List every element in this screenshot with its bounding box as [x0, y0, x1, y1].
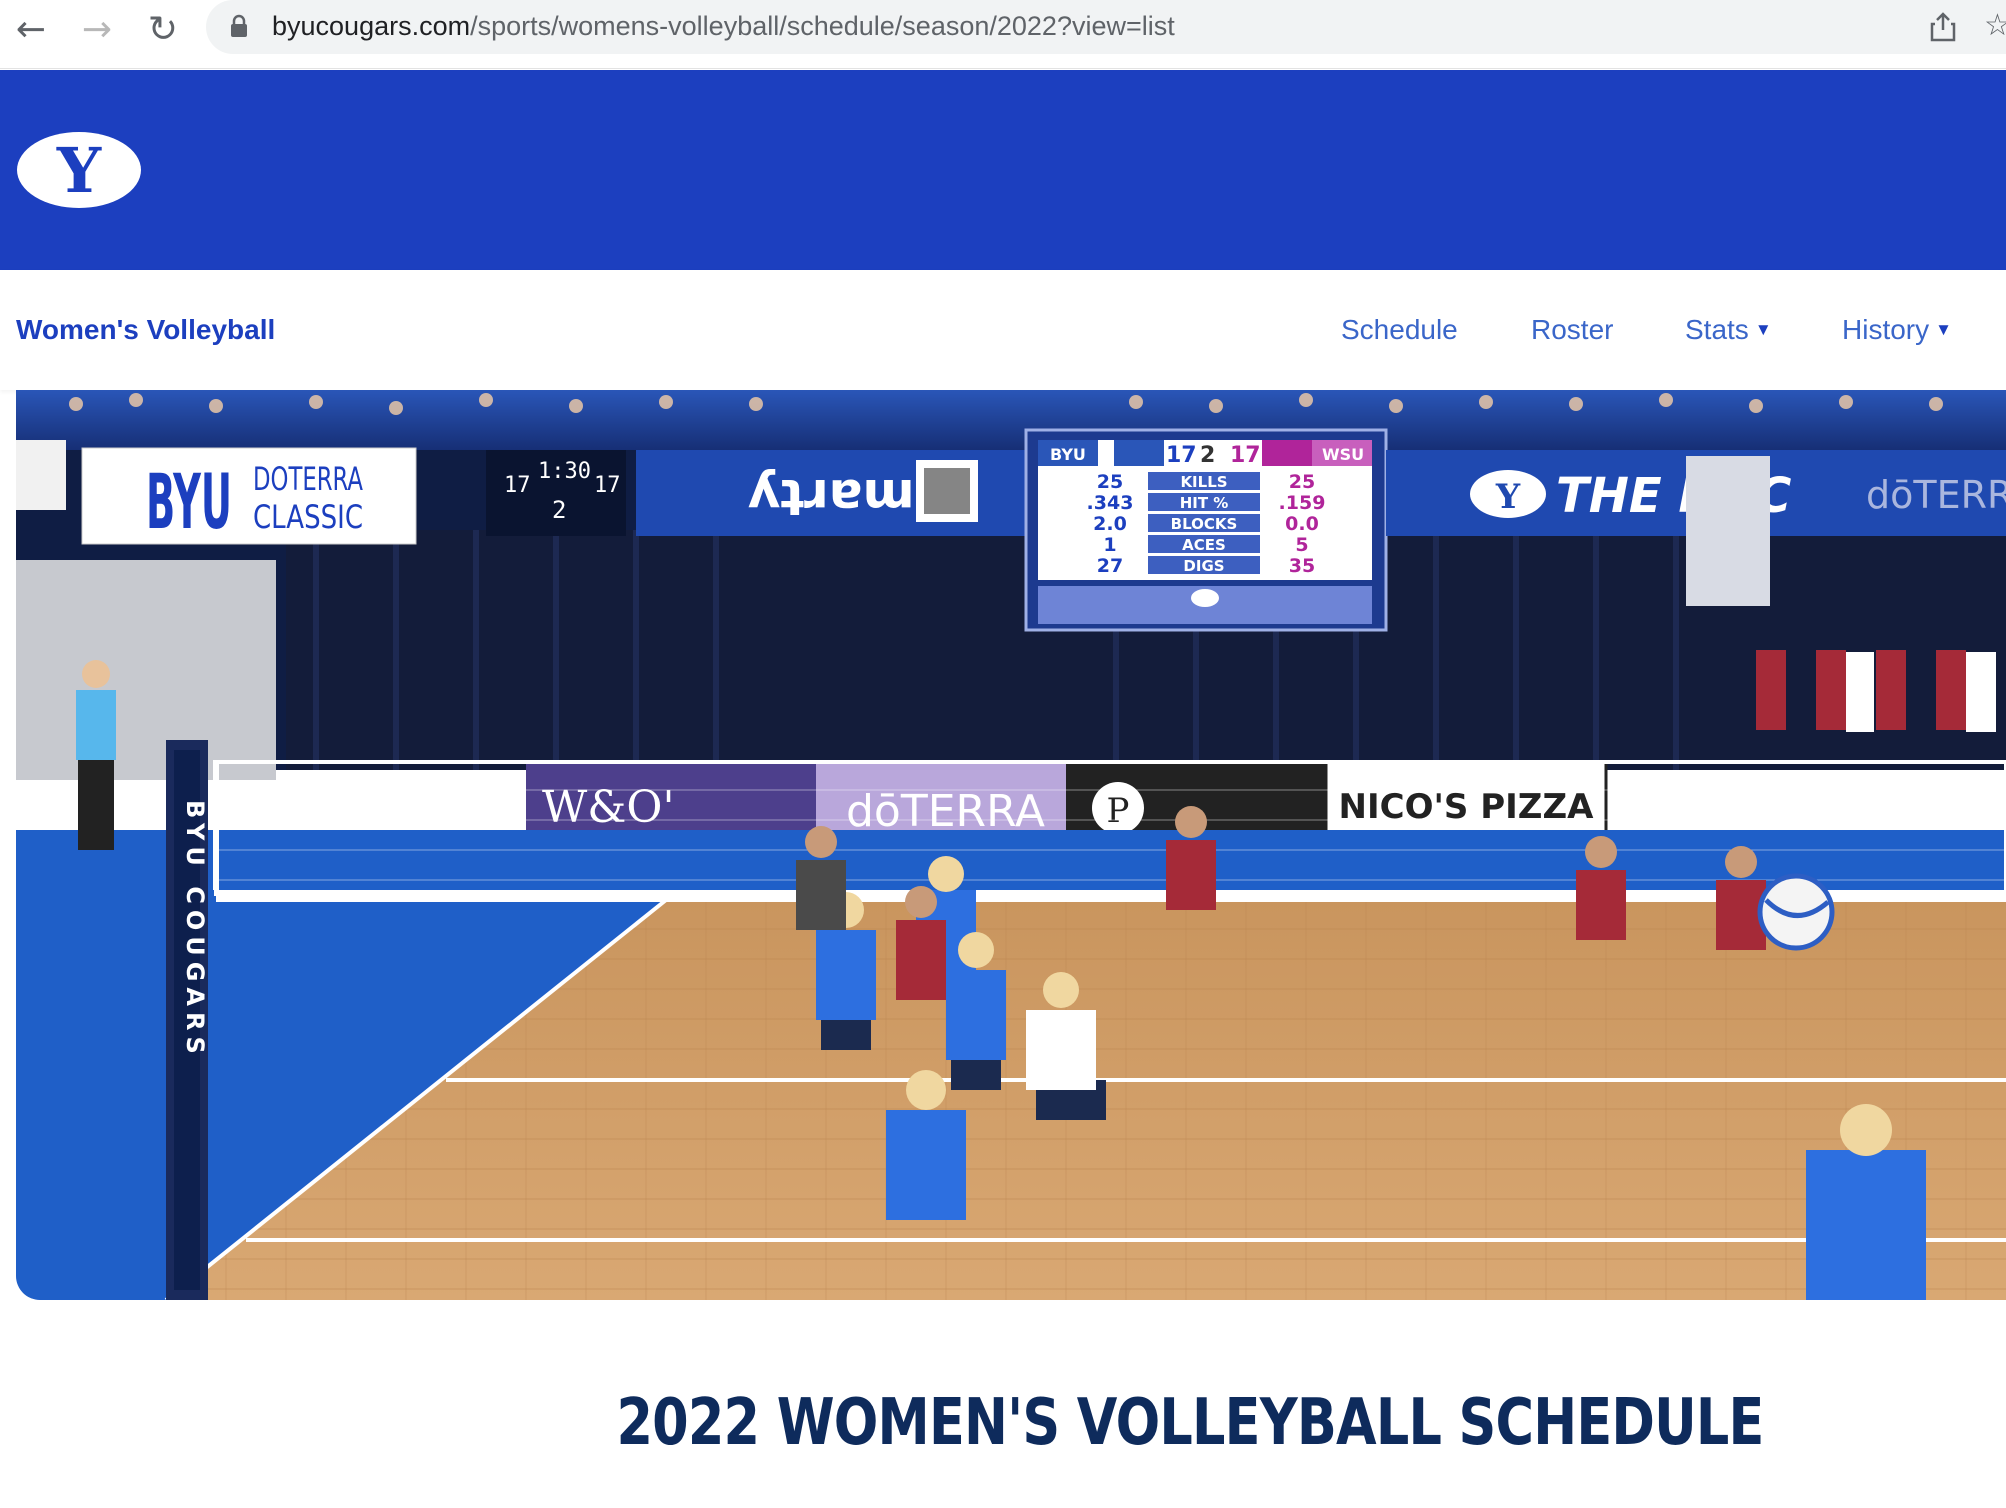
nav-roster[interactable]: Roster [1531, 314, 1613, 346]
svg-text:NICO'S PIZZA: NICO'S PIZZA [1339, 787, 1595, 827]
svg-text:dōTERRA: dōTERRA [1866, 473, 2006, 517]
svg-text:smarty: smarty [748, 468, 945, 526]
nav-stats-label: Stats [1685, 314, 1749, 345]
svg-text:25: 25 [1097, 471, 1123, 493]
svg-text:dōTERRA: dōTERRA [846, 786, 1045, 837]
nav-roster-label: Roster [1531, 314, 1614, 345]
forward-icon[interactable]: → [74, 6, 120, 52]
url-text[interactable]: byucougars.com/sports/womens-volleyball/… [272, 11, 1175, 42]
svg-text:DOTERRA: DOTERRA [253, 460, 363, 498]
share-icon[interactable] [1926, 10, 1960, 44]
svg-text:5: 5 [1295, 534, 1308, 556]
browser-toolbar: ← → ↻ byucougars.com/sports/womens-volle… [0, 0, 2006, 69]
address-bar[interactable]: byucougars.com/sports/womens-volleyball/… [206, 0, 2006, 54]
svg-text:35: 35 [1289, 555, 1315, 577]
svg-text:BYU: BYU [1050, 445, 1086, 464]
svg-text:BYU: BYU [146, 457, 232, 546]
back-icon[interactable]: ← [8, 6, 54, 52]
svg-text:.159: .159 [1279, 492, 1326, 514]
hero-image: BYU DOTERRA CLASSIC 17 1:30 17 2 smarty … [16, 390, 2006, 1300]
svg-text:17: 17 [1166, 443, 1197, 468]
svg-text:17: 17 [594, 473, 621, 498]
lock-icon [231, 14, 247, 37]
svg-text:.343: .343 [1087, 492, 1134, 514]
svg-text:DIGS: DIGS [1183, 557, 1224, 575]
svg-text:Y: Y [56, 134, 102, 207]
net-pole: BYU COUGARS [166, 740, 209, 1300]
banner-byu-doterra-classic: BYU DOTERRA CLASSIC [81, 447, 417, 546]
svg-text:2: 2 [1200, 443, 1215, 468]
svg-text:KILLS: KILLS [1180, 473, 1227, 491]
caret-down-icon: ▼ [1935, 320, 1952, 339]
svg-text:P: P [1107, 791, 1130, 831]
reload-icon[interactable]: ↻ [140, 6, 186, 52]
svg-text:Y: Y [1495, 477, 1521, 517]
svg-text:17: 17 [504, 473, 531, 498]
bookmark-star-icon[interactable]: ☆ [1984, 8, 2006, 43]
svg-text:1: 1 [1103, 534, 1116, 556]
svg-text:0.0: 0.0 [1285, 513, 1319, 535]
svg-text:25: 25 [1289, 471, 1315, 493]
svg-text:HIT %: HIT % [1180, 494, 1229, 512]
svg-text:BLOCKS: BLOCKS [1171, 515, 1238, 533]
scoreboard: BYU 17 2 17 WSU 25 KILLS 25 .343 HIT % .… [1024, 428, 1388, 632]
caret-down-icon: ▼ [1754, 320, 1772, 339]
svg-text:27: 27 [1097, 555, 1123, 577]
sport-title-link[interactable]: Women's Volleyball [16, 314, 275, 346]
banner-smarty: smarty [636, 450, 1026, 536]
page-title: 2022 WOMEN'S VOLLEYBALL SCHEDULE [616, 1386, 1764, 1460]
svg-text:1:30: 1:30 [538, 459, 591, 484]
nav-schedule-label: Schedule [1341, 314, 1458, 345]
svg-text:BYU COUGARS: BYU COUGARS [181, 800, 209, 1060]
site-header: Y [0, 70, 2006, 270]
nav-schedule[interactable]: Schedule [1341, 314, 1458, 346]
nav-history[interactable]: History ▼ [1842, 314, 1952, 346]
svg-text:CLASSIC: CLASSIC [253, 498, 363, 536]
svg-text:2: 2 [552, 496, 566, 524]
svg-text:2.0: 2.0 [1093, 513, 1127, 535]
nav-stats[interactable]: Stats ▼ [1685, 314, 1772, 346]
svg-text:WSU: WSU [1322, 445, 1364, 464]
svg-text:17: 17 [1230, 443, 1261, 468]
game-clock-board: 17 1:30 17 2 [486, 450, 626, 536]
svg-text:ACES: ACES [1182, 536, 1226, 554]
sport-subnav: Women's Volleyball Schedule Roster Stats… [0, 270, 2006, 390]
byu-logo[interactable]: Y [16, 130, 142, 210]
nav-history-label: History [1842, 314, 1930, 345]
